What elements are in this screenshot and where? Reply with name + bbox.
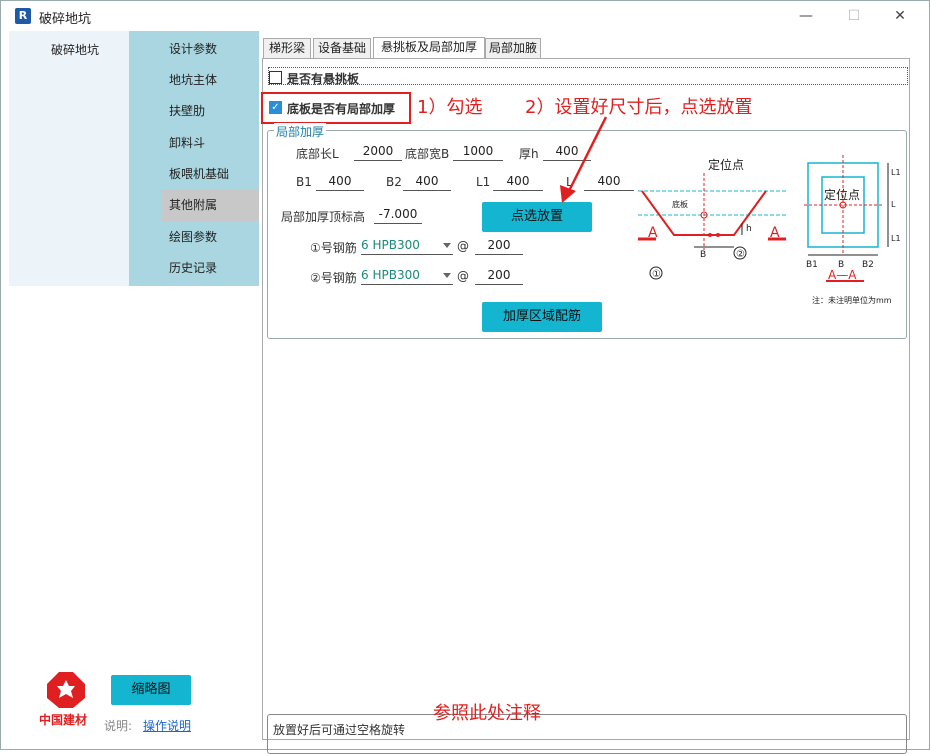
bottom-wid-label: 底部宽B	[405, 147, 450, 161]
nav-item-pit-body[interactable]: 地坑主体	[129, 64, 259, 96]
h-label: h	[746, 224, 752, 234]
locate-point-label: 定位点	[708, 157, 744, 172]
note-box: 放置好后可通过空格旋转	[267, 714, 907, 754]
minimize-icon[interactable]: —	[791, 5, 821, 27]
bottom-wid-input[interactable]: 1000	[453, 143, 503, 161]
slab-label: 底板	[672, 199, 688, 209]
thumbnail-button[interactable]: 缩略图	[111, 675, 191, 705]
top-elev-input[interactable]: -7.000	[374, 206, 422, 224]
rebar1-label: ①号钢筋	[310, 241, 357, 255]
tab-equipment-base[interactable]: 设备基础	[313, 38, 371, 58]
b1-label: B1	[296, 175, 312, 189]
explain-label: 说明:	[104, 719, 133, 733]
logo-text: 中国建材	[39, 713, 88, 727]
rebar2-value: 6 HPB300	[361, 268, 420, 282]
nav-item-drawing-params[interactable]: 绘图参数	[129, 221, 259, 253]
rebar1-spacing-input[interactable]: 200	[475, 237, 523, 255]
plan-l1-top: L1	[891, 168, 901, 177]
chevron-down-icon	[443, 243, 451, 248]
l1-input[interactable]: 400	[493, 173, 543, 191]
overhang-label: 是否有悬挑板	[287, 72, 360, 86]
rebar1-value: 6 HPB300	[361, 238, 420, 252]
b2-input[interactable]: 400	[403, 173, 451, 191]
note-text: 放置好后可通过空格旋转	[273, 723, 406, 737]
section-a-left: A	[648, 225, 658, 241]
nav-item-design-params[interactable]: 设计参数	[129, 33, 259, 65]
plan-l: L	[891, 200, 896, 209]
overhang-row	[268, 67, 908, 85]
section-aa-label: A—A	[828, 268, 857, 282]
rebar2-at: @	[457, 269, 469, 283]
tab-overhang-thicken[interactable]: 悬挑板及局部加厚	[373, 37, 485, 59]
local-thicken-label: 底板是否有局部加厚	[287, 102, 396, 116]
reinforce-button[interactable]: 加厚区域配筋	[482, 302, 602, 332]
nav-item-buttress[interactable]: 扶壁肋	[129, 95, 259, 127]
plan-b1: B1	[806, 260, 818, 270]
nav-item-hopper[interactable]: 卸料斗	[129, 127, 259, 159]
chevron-down-icon	[443, 273, 451, 278]
unit-note: 注：未注明单位为mm	[812, 295, 892, 305]
tab-local-haunch[interactable]: 局部加腋	[485, 38, 541, 58]
place-button[interactable]: 点选放置	[482, 202, 592, 232]
explain-link[interactable]: 操作说明	[143, 717, 191, 734]
maximize-icon[interactable]: ☐	[839, 5, 869, 27]
window-title: 破碎地坑	[39, 12, 92, 27]
annotation-arrow	[560, 116, 608, 203]
rebar1-select[interactable]: 6 HPB300	[361, 237, 453, 255]
b-label: B	[700, 250, 706, 260]
nav-panel: 设计参数 地坑主体 扶壁肋 卸料斗 板喂机基础 其他附属 绘图参数 历史记录	[129, 31, 259, 286]
nav-item-history[interactable]: 历史记录	[129, 252, 259, 284]
circle2-label: ②	[736, 249, 745, 260]
overhang-checkbox[interactable]	[269, 71, 282, 84]
tab-trapezoid-beam[interactable]: 梯形梁	[263, 38, 311, 58]
l1-label: L1	[476, 175, 491, 189]
plan-l1-bottom: L1	[891, 234, 901, 243]
nav-item-feeder-base[interactable]: 板喂机基础	[129, 158, 259, 190]
left-panel-heading: 破碎地坑	[51, 43, 100, 57]
b1-input[interactable]: 400	[316, 173, 364, 191]
bottom-len-input[interactable]: 2000	[354, 143, 402, 161]
top-elev-label: 局部加厚顶标高	[281, 210, 366, 224]
annotation-step3: 参照此处注释	[433, 703, 541, 724]
thick-label: 厚h	[519, 147, 539, 161]
plan-diagram: 定位点 L1 L L1 B1 B B2 A—A 注：未注明单位为mm	[804, 155, 901, 305]
plan-locate-point-label: 定位点	[824, 187, 860, 202]
annotation-step1: 1）勾选	[417, 97, 483, 118]
rebar1-at: @	[457, 239, 469, 253]
title-bar: R 破碎地坑 — ☐ ✕	[1, 1, 929, 31]
main-window: R 破碎地坑 — ☐ ✕ 破碎地坑 设计参数 地坑主体 扶壁肋 卸料斗 板喂机基…	[0, 0, 930, 754]
close-icon[interactable]: ✕	[885, 5, 915, 27]
b2-label: B2	[386, 175, 402, 189]
bottom-len-label: 底部长L	[296, 147, 339, 161]
left-panel: 破碎地坑	[9, 31, 129, 286]
logo-icon	[47, 672, 85, 708]
section-diagram: 定位点 底板 A A h B ① ②	[638, 157, 788, 280]
rebar2-spacing-input[interactable]: 200	[475, 267, 523, 285]
plan-b2: B2	[862, 260, 874, 270]
nav-item-other[interactable]: 其他附属	[161, 189, 259, 221]
rebar2-select[interactable]: 6 HPB300	[361, 267, 453, 285]
app-icon: R	[15, 8, 31, 24]
circle1-label: ①	[652, 269, 661, 280]
local-thicken-checkbox[interactable]: ✓	[269, 101, 282, 114]
rebar2-label: ②号钢筋	[310, 271, 357, 285]
section-a-right: A	[770, 225, 780, 241]
group-title: 局部加厚	[274, 123, 327, 140]
